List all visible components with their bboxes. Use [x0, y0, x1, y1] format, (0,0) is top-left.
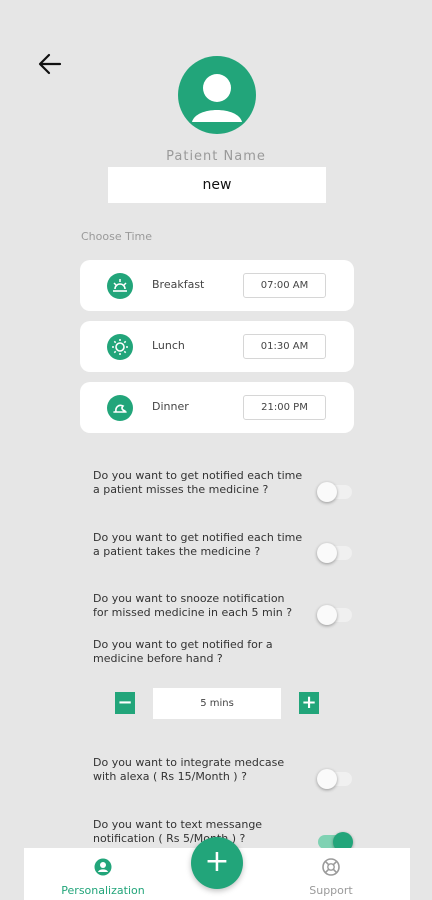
meal-card-breakfast: Breakfast 07:00 AM [80, 260, 354, 311]
reminder-duration-value: 5 mins [153, 688, 281, 719]
person-icon [94, 858, 112, 876]
toggle-knob [317, 769, 337, 789]
dinner-time-button[interactable]: 21:00 PM [243, 395, 326, 420]
nav-support-label: Support [309, 884, 353, 897]
nav-support[interactable]: Support [276, 858, 386, 897]
add-button[interactable]: + [191, 837, 243, 889]
sunrise-icon [107, 273, 133, 299]
nav-personalization-label: Personalization [61, 884, 145, 897]
arrow-left-icon [38, 53, 62, 75]
meal-label-breakfast: Breakfast [152, 278, 205, 291]
meal-label-lunch: Lunch [152, 339, 185, 352]
nav-personalization[interactable]: Personalization [48, 858, 158, 897]
breakfast-time-button[interactable]: 07:00 AM [243, 273, 326, 298]
lifebuoy-icon [322, 858, 340, 876]
question-before-hand: Do you want to get notified for a medici… [93, 638, 273, 665]
lunch-time-button[interactable]: 01:30 AM [243, 334, 326, 359]
question-takes-medicine: Do you want to get notified each time a … [93, 531, 303, 558]
toggle-knob [317, 543, 337, 563]
toggle-knob [317, 482, 337, 502]
choose-time-label: Choose Time [81, 230, 153, 243]
person-icon [192, 74, 242, 122]
question-text-message: Do you want to text messange notificatio… [93, 818, 263, 845]
patient-avatar[interactable] [178, 56, 256, 134]
question-snooze: Do you want to snooze notification for m… [93, 592, 293, 619]
patient-name-input[interactable] [108, 167, 326, 203]
toggle-takes-medicine[interactable] [317, 543, 352, 563]
decrease-button[interactable]: − [115, 692, 135, 714]
back-button[interactable] [36, 50, 64, 78]
moon-icon [107, 395, 133, 421]
toggle-missed-medicine[interactable] [317, 482, 352, 502]
meal-card-lunch: Lunch 01:30 AM [80, 321, 354, 372]
increase-button[interactable]: + [299, 692, 319, 714]
toggle-snooze[interactable] [317, 605, 352, 625]
question-missed-medicine: Do you want to get notified each time a … [93, 469, 303, 496]
meal-label-dinner: Dinner [152, 400, 189, 413]
toggle-text-message[interactable] [318, 832, 353, 852]
toggle-knob [317, 605, 337, 625]
patient-name-label: Patient Name [166, 149, 266, 164]
sun-icon [107, 334, 133, 360]
plus-icon: + [204, 844, 230, 879]
toggle-alexa[interactable] [317, 769, 352, 789]
meal-card-dinner: Dinner 21:00 PM [80, 382, 354, 433]
question-alexa: Do you want to integrate medcase with al… [93, 756, 285, 783]
